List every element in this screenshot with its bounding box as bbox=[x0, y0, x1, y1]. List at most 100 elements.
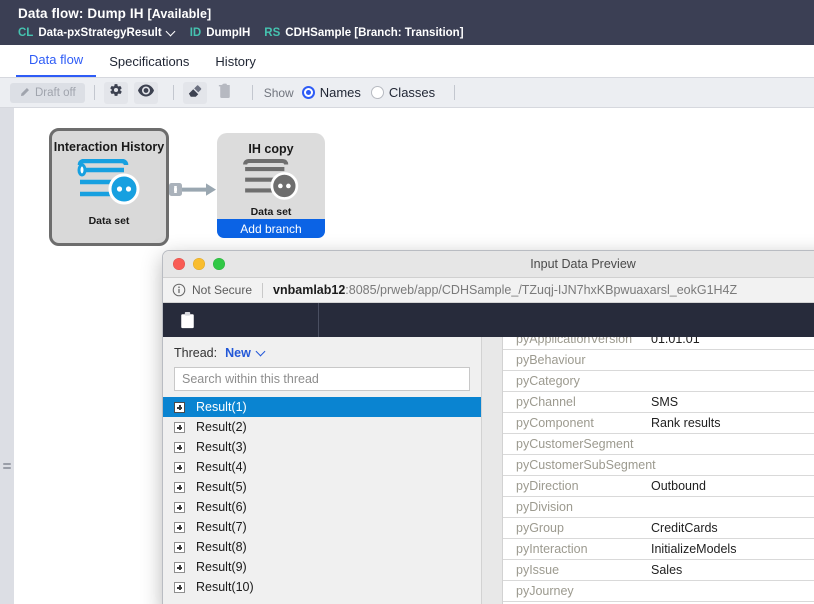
draft-off-button[interactable]: Draft off bbox=[10, 82, 85, 103]
preview-pane-splitter[interactable] bbox=[481, 337, 503, 604]
preview-clipboard-tab[interactable] bbox=[163, 303, 319, 337]
table-row[interactable]: pyJourney bbox=[503, 581, 814, 602]
table-row[interactable]: pyDirection Outbound bbox=[503, 476, 814, 497]
list-item-label: Result(5) bbox=[196, 480, 247, 494]
property-name: pyCategory bbox=[516, 374, 580, 388]
property-value: InitializeModels bbox=[651, 542, 737, 556]
table-row[interactable]: pyCustomerSubSegment bbox=[503, 455, 814, 476]
table-row[interactable]: pyDivision bbox=[503, 497, 814, 518]
url-divider bbox=[262, 282, 264, 298]
node-interaction-history[interactable]: Interaction History Data set bbox=[49, 128, 169, 246]
expand-icon[interactable] bbox=[174, 541, 185, 553]
expand-icon[interactable] bbox=[174, 521, 185, 533]
tab-bar: Data flow Specifications History bbox=[0, 45, 814, 78]
eye-icon bbox=[137, 84, 154, 102]
pencil-icon bbox=[19, 87, 30, 98]
table-row[interactable]: pyApplicationVersion 01.01.01 bbox=[503, 337, 814, 350]
draft-off-label: Draft off bbox=[35, 86, 76, 99]
expand-icon[interactable] bbox=[174, 401, 185, 413]
tab-specifications[interactable]: Specifications bbox=[96, 54, 202, 77]
minimize-window-button[interactable] bbox=[193, 258, 205, 270]
table-row[interactable]: pyInteraction InitializeModels bbox=[503, 539, 814, 560]
eraser-icon bbox=[187, 83, 202, 103]
property-value: Sales bbox=[651, 563, 683, 577]
browser-url-bar[interactable]: Not Secure vnbamlab12:8085/prweb/app/CDH… bbox=[163, 278, 814, 303]
search-thread-input[interactable]: Search within this thread bbox=[174, 367, 470, 391]
toolbar-divider-2 bbox=[172, 85, 174, 100]
list-item-label: Result(7) bbox=[196, 520, 247, 534]
id-value: DumpIH bbox=[206, 27, 251, 39]
node-ih-copy-title: IH copy bbox=[248, 142, 294, 156]
property-name: pyGroup bbox=[516, 521, 564, 535]
url-text[interactable]: vnbamlab12:8085/prweb/app/CDHSample_/TZu… bbox=[273, 283, 737, 297]
list-item[interactable]: Result(7) bbox=[163, 517, 481, 537]
list-item[interactable]: Result(10) bbox=[163, 577, 481, 597]
expand-icon[interactable] bbox=[174, 561, 185, 573]
property-value: Outbound bbox=[651, 479, 706, 493]
url-host: vnbamlab12 bbox=[273, 283, 346, 297]
radio-classes-label: Classes bbox=[388, 85, 436, 100]
list-item[interactable]: Result(6) bbox=[163, 497, 481, 517]
tab-history[interactable]: History bbox=[202, 54, 268, 77]
list-item[interactable]: Result(8) bbox=[163, 537, 481, 557]
toolbar-divider-1 bbox=[93, 85, 95, 100]
availability-badge: [Available] bbox=[147, 7, 212, 21]
delete-button[interactable] bbox=[213, 82, 237, 104]
page-title-prefix: Data flow: bbox=[18, 6, 84, 21]
table-row[interactable]: pyChannel SMS bbox=[503, 392, 814, 413]
table-row[interactable]: pyComponent Rank results bbox=[503, 413, 814, 434]
expand-icon[interactable] bbox=[174, 501, 185, 513]
list-item[interactable]: Result(2) bbox=[163, 417, 481, 437]
table-row[interactable]: pyBehaviour bbox=[503, 350, 814, 371]
info-icon[interactable] bbox=[172, 283, 186, 297]
radio-names[interactable]: Names bbox=[301, 85, 361, 100]
property-value: Rank results bbox=[651, 416, 721, 430]
chevron-down-icon-thread[interactable] bbox=[256, 348, 266, 358]
list-item[interactable]: Result(4) bbox=[163, 457, 481, 477]
preview-top-bar bbox=[163, 303, 814, 337]
table-row[interactable]: pyCustomerSegment bbox=[503, 434, 814, 455]
browser-title-bar[interactable]: Input Data Preview bbox=[163, 251, 814, 278]
list-item[interactable]: Result(9) bbox=[163, 557, 481, 577]
table-row[interactable]: pyCategory bbox=[503, 371, 814, 392]
property-value: 01.01.01 bbox=[651, 337, 700, 346]
expand-icon[interactable] bbox=[174, 441, 185, 453]
table-row[interactable]: pyGroup CreditCards bbox=[503, 518, 814, 539]
tab-data-flow[interactable]: Data flow bbox=[16, 52, 97, 77]
radio-classes[interactable]: Classes bbox=[370, 85, 436, 100]
property-name: pyDivision bbox=[516, 500, 573, 514]
list-item-label: Result(10) bbox=[196, 580, 254, 594]
property-name: pyApplicationVersion bbox=[516, 337, 633, 346]
connector-arrow[interactable] bbox=[169, 178, 219, 205]
property-name: pyIssue bbox=[516, 563, 560, 577]
window-controls bbox=[163, 258, 225, 270]
list-item[interactable]: Result(3) bbox=[163, 437, 481, 457]
ruleset-key-label: RS bbox=[264, 27, 281, 39]
list-item[interactable]: Result(1) bbox=[163, 397, 481, 417]
input-data-preview-window[interactable]: Input Data Preview Not Secure vnbamlab12… bbox=[163, 251, 814, 604]
radio-names-label: Names bbox=[319, 85, 361, 100]
preview-button[interactable] bbox=[133, 81, 158, 104]
node-ih-copy[interactable]: IH copy Data set Add branch bbox=[217, 133, 325, 238]
page-title: Data flow: Dump IH [Available] bbox=[18, 5, 814, 23]
splitter-handle[interactable] bbox=[3, 463, 11, 472]
table-row[interactable]: pyIssue Sales bbox=[503, 560, 814, 581]
add-branch-button[interactable]: Add branch bbox=[217, 219, 325, 238]
expand-icon[interactable] bbox=[174, 581, 185, 593]
close-window-button[interactable] bbox=[173, 258, 185, 270]
maximize-window-button[interactable] bbox=[213, 258, 225, 270]
clear-button[interactable] bbox=[182, 81, 207, 104]
app-header-meta: CL Data-pxStrategyResult ID DumpIH RS CD… bbox=[18, 26, 814, 41]
class-value[interactable]: Data-pxStrategyResult bbox=[38, 26, 161, 41]
expand-icon[interactable] bbox=[174, 481, 185, 493]
list-item-label: Result(8) bbox=[196, 540, 247, 554]
settings-button[interactable] bbox=[103, 81, 128, 104]
url-path: :8085/prweb/app/CDHSample_/TZuqj-IJN7hxK… bbox=[345, 283, 738, 297]
chevron-down-icon[interactable] bbox=[167, 27, 176, 36]
expand-icon[interactable] bbox=[174, 461, 185, 473]
toolbar: Draft off Show Names Classes bbox=[0, 78, 814, 108]
expand-icon[interactable] bbox=[174, 421, 185, 433]
thread-selector-row: Thread: New bbox=[163, 337, 481, 366]
thread-value[interactable]: New bbox=[225, 346, 251, 360]
list-item[interactable]: Result(5) bbox=[163, 477, 481, 497]
